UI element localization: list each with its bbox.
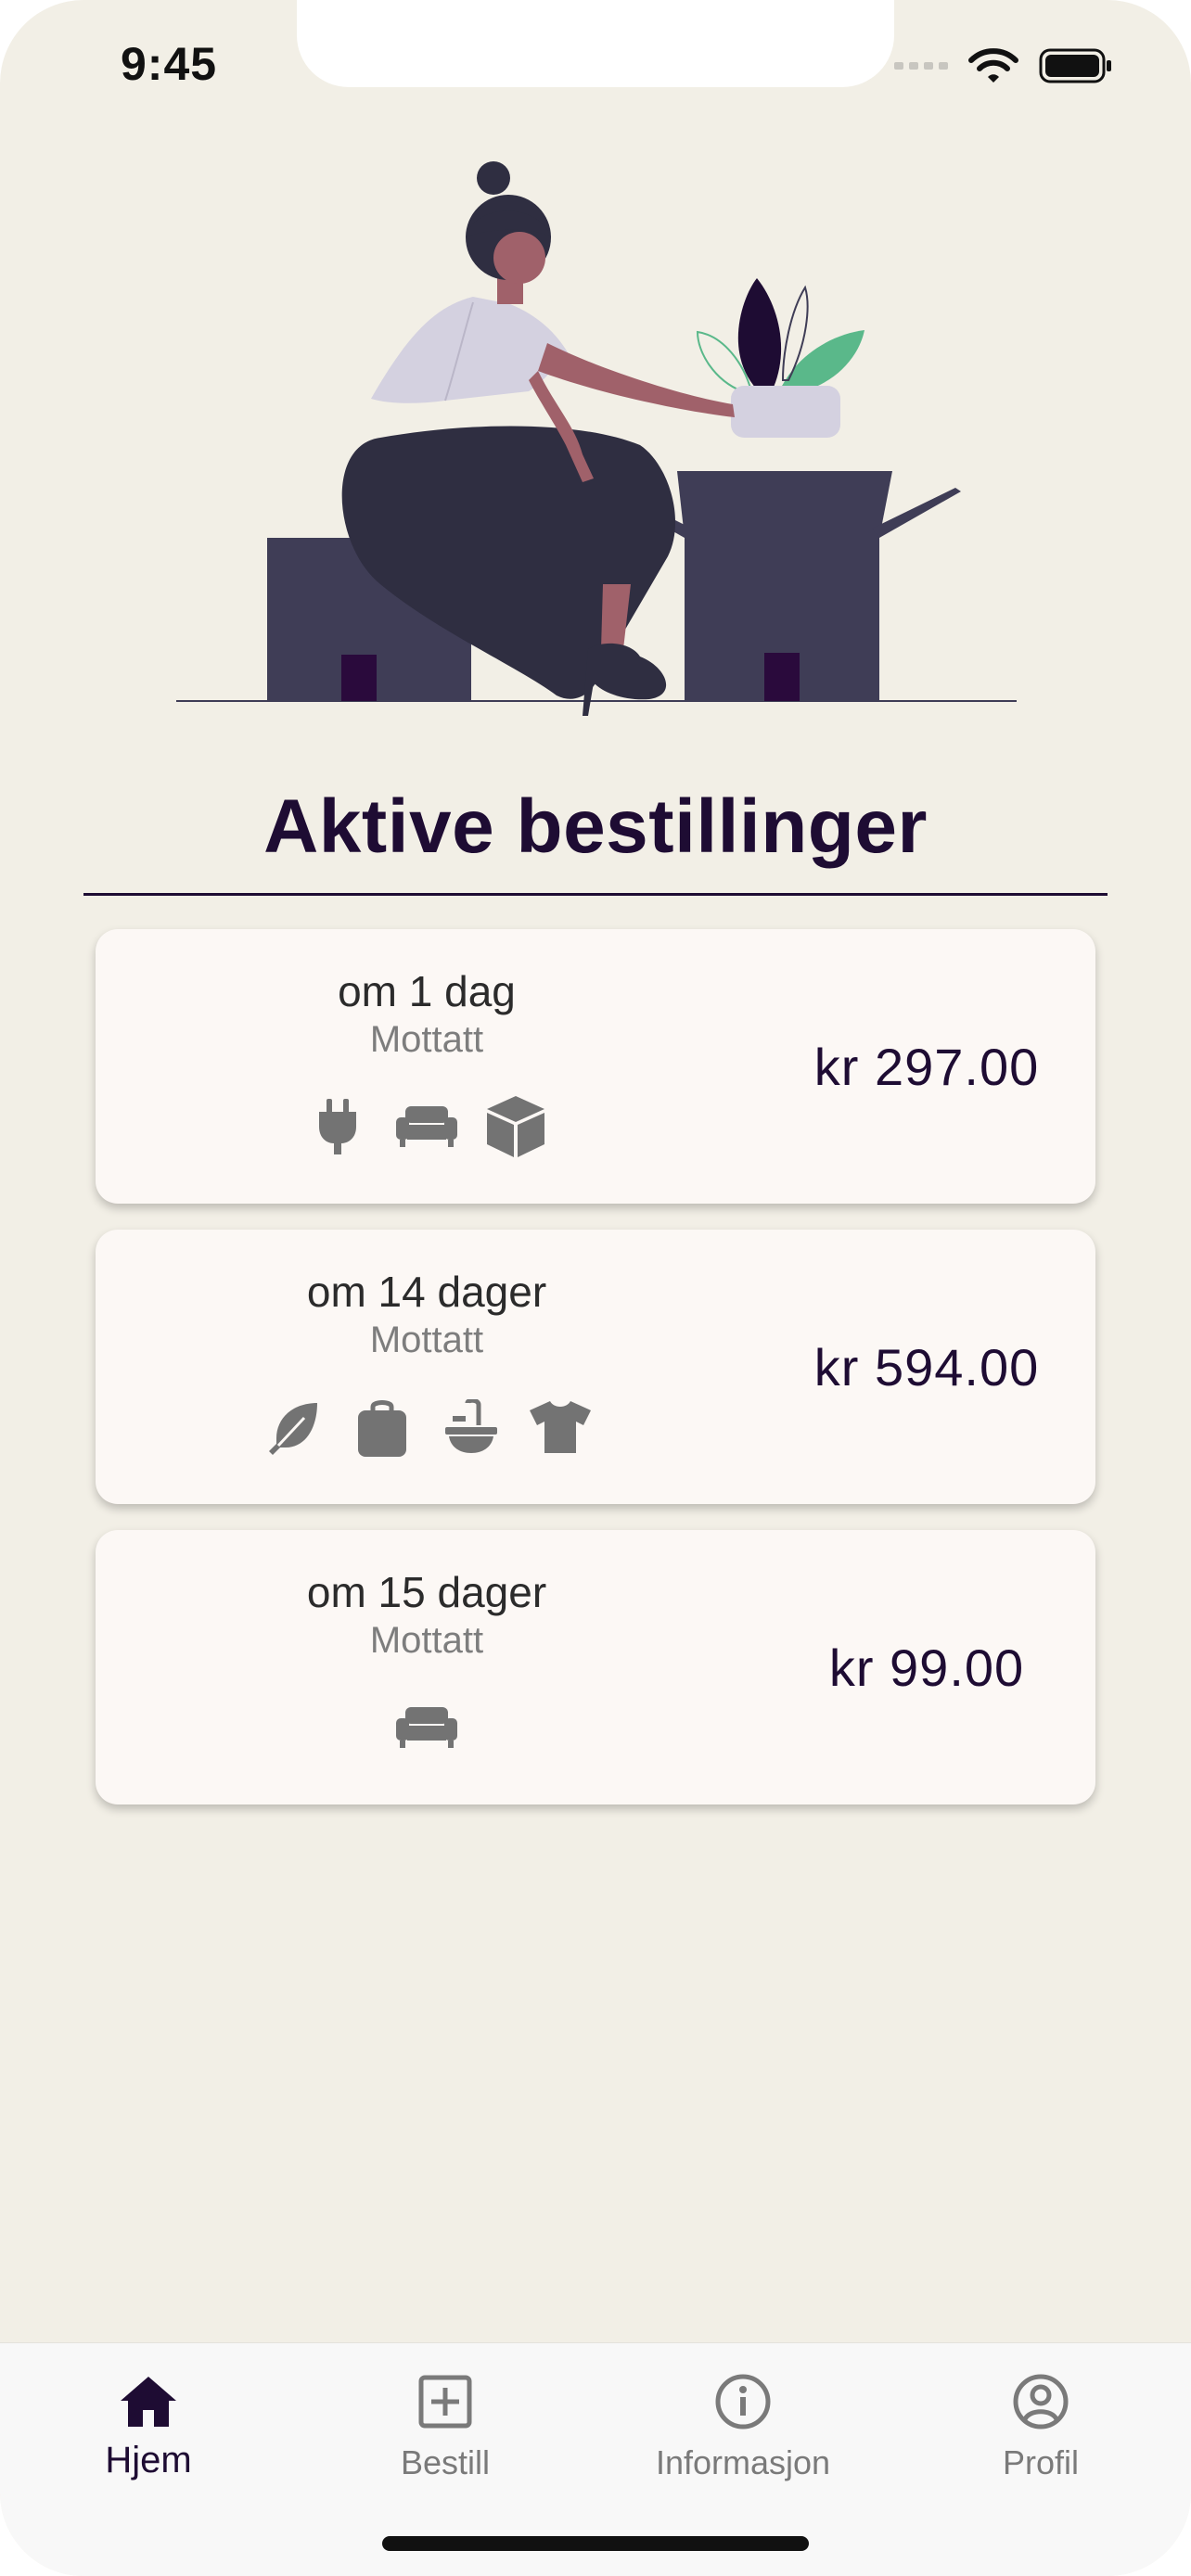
plug-icon bbox=[307, 1096, 368, 1157]
order-eta: om 15 dager bbox=[306, 1568, 547, 1616]
order-info: om 1 dag Mottatt bbox=[96, 929, 758, 1204]
bag-icon bbox=[352, 1396, 413, 1458]
tab-profile-label: Profil bbox=[1002, 2443, 1080, 2481]
order-info: om 14 dager Mottatt bbox=[96, 1230, 758, 1504]
sofa-icon bbox=[396, 1096, 457, 1157]
woman-with-boxes-illustration bbox=[176, 161, 1017, 716]
order-card[interactable]: om 1 dag Mottatt kr 297.00 bbox=[96, 929, 1095, 1204]
plus-square-icon bbox=[415, 2371, 476, 2432]
tab-order[interactable]: Bestill bbox=[343, 2371, 547, 2510]
order-category-icons bbox=[96, 1094, 758, 1159]
wifi-icon bbox=[968, 48, 1018, 83]
tab-home-label: Hjem bbox=[105, 2440, 192, 2480]
order-price: kr 99.00 bbox=[828, 1638, 1025, 1697]
order-price: kr 297.00 bbox=[813, 1037, 1040, 1096]
tab-home[interactable]: Hjem bbox=[46, 2371, 250, 2510]
title-divider bbox=[83, 893, 1108, 896]
battery-icon bbox=[1039, 48, 1111, 83]
home-indicator[interactable] bbox=[382, 2536, 809, 2551]
app-screen: 9:45 Aktive bestillinger om 1 dag Mottat… bbox=[0, 0, 1191, 2576]
order-category-icons bbox=[96, 1395, 758, 1460]
status-time: 9:45 bbox=[121, 38, 218, 90]
tab-order-label: Bestill bbox=[400, 2443, 491, 2481]
home-icon bbox=[118, 2371, 179, 2432]
order-card[interactable]: om 15 dager Mottatt kr 99.00 bbox=[96, 1530, 1095, 1804]
tab-profile[interactable]: Profil bbox=[939, 2371, 1143, 2510]
sink-icon bbox=[441, 1396, 502, 1458]
status-indicators bbox=[894, 43, 1113, 89]
info-icon bbox=[712, 2371, 774, 2432]
sofa-icon bbox=[396, 1697, 457, 1758]
order-category-icons bbox=[96, 1695, 758, 1760]
tshirt-icon bbox=[530, 1396, 591, 1458]
feather-icon bbox=[263, 1396, 324, 1458]
notch bbox=[297, 0, 894, 87]
page-title: Aktive bestillinger bbox=[263, 784, 928, 869]
cellular-signal-icon bbox=[894, 62, 948, 70]
box-icon bbox=[485, 1096, 546, 1157]
profile-icon bbox=[1010, 2371, 1071, 2432]
order-status: Mottatt bbox=[369, 1620, 484, 1661]
order-eta: om 14 dager bbox=[306, 1268, 547, 1316]
tab-info-label: Informasjon bbox=[655, 2443, 831, 2481]
order-status: Mottatt bbox=[369, 1320, 484, 1360]
order-card[interactable]: om 14 dager Mottatt kr 594.00 bbox=[96, 1230, 1095, 1504]
order-status: Mottatt bbox=[369, 1019, 484, 1060]
tab-info[interactable]: Informasjon bbox=[641, 2371, 845, 2510]
order-eta: om 1 dag bbox=[338, 967, 516, 1015]
order-price: kr 594.00 bbox=[813, 1337, 1040, 1396]
order-info: om 15 dager Mottatt bbox=[96, 1530, 758, 1804]
